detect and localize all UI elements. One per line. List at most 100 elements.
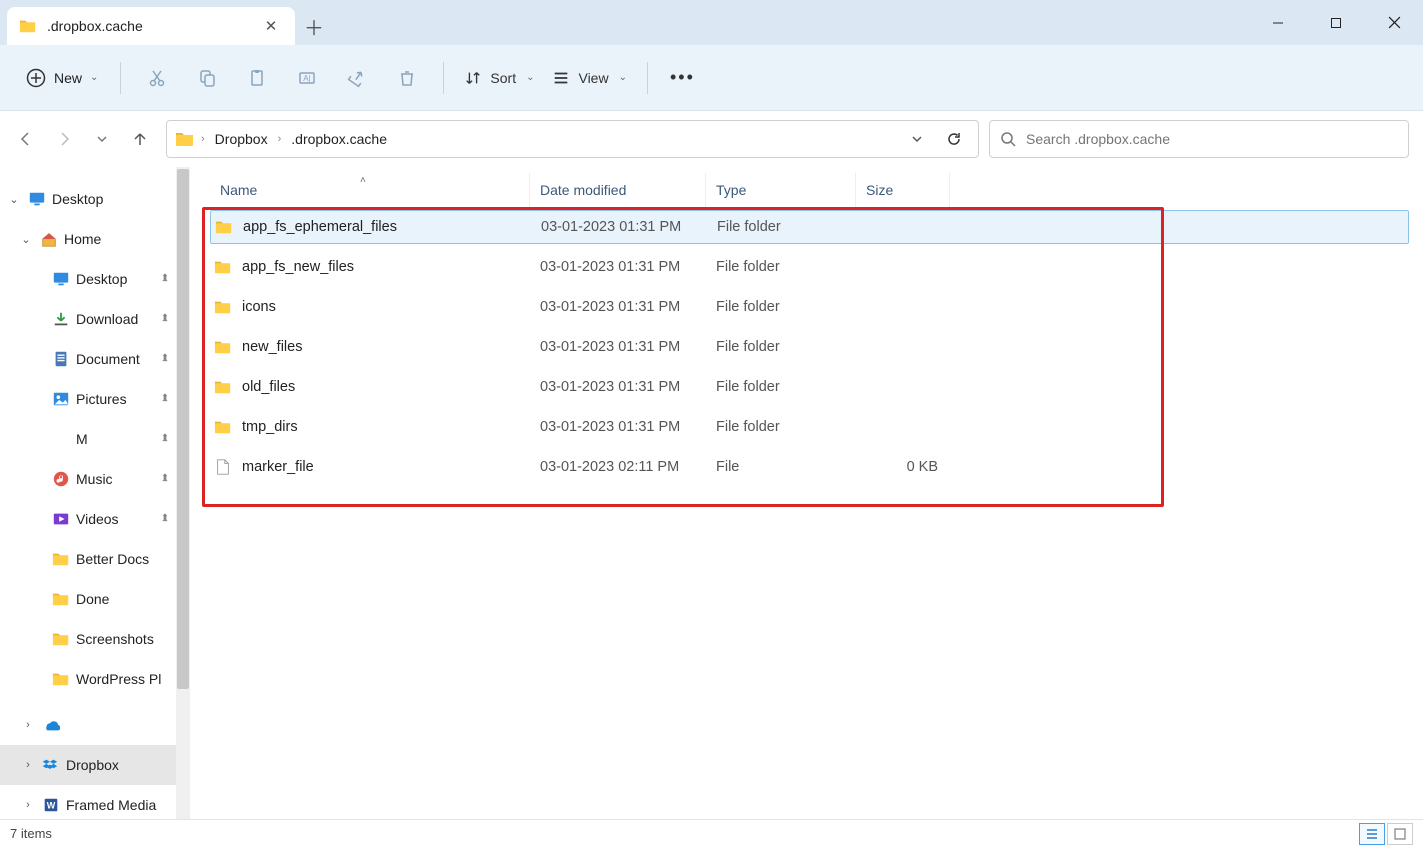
minimize-button[interactable]	[1249, 0, 1307, 45]
up-button[interactable]	[130, 129, 150, 149]
expand-icon[interactable]: ›	[20, 799, 36, 811]
copy-button[interactable]	[183, 58, 231, 98]
sidebar-item[interactable]: WordPress Pl	[0, 659, 190, 699]
sidebar-item-label: Better Docs	[76, 551, 149, 567]
sidebar-item[interactable]: Pictures	[0, 379, 190, 419]
sidebar-item[interactable]: ›	[0, 705, 190, 745]
search-input[interactable]	[1026, 131, 1398, 147]
file-date: 03-01-2023 01:31 PM	[530, 379, 706, 395]
sidebar: ⌄ Desktop ⌄ Home Desktop Download Document…	[0, 167, 190, 819]
forward-button[interactable]	[54, 129, 74, 149]
search-box[interactable]	[989, 120, 1409, 158]
refresh-button[interactable]	[938, 131, 970, 147]
new-tab-button[interactable]: ＋	[295, 7, 333, 45]
sidebar-item-label: Desktop	[76, 271, 127, 287]
sidebar-item-label: Document	[76, 351, 140, 367]
cut-button[interactable]	[133, 58, 181, 98]
sidebar-item[interactable]: Screenshots	[0, 619, 190, 659]
breadcrumb-item[interactable]: Dropbox	[211, 129, 272, 149]
monitor-icon	[52, 270, 70, 288]
svg-text:A|: A|	[304, 74, 311, 83]
chevron-down-icon: ⌄	[90, 72, 98, 83]
folder-icon	[215, 218, 233, 236]
sidebar-scrollbar[interactable]	[176, 167, 190, 819]
sidebar-item-home[interactable]: ⌄ Home	[0, 219, 190, 259]
close-tab-button[interactable]: ✕	[257, 12, 285, 40]
sidebar-item-desktop[interactable]: ⌄ Desktop	[0, 179, 190, 219]
paste-button[interactable]	[233, 58, 281, 98]
sort-button[interactable]: Sort ⌄	[456, 69, 542, 87]
file-name: marker_file	[242, 459, 314, 475]
pin-icon	[158, 272, 172, 286]
column-name[interactable]: Name˄	[210, 173, 530, 207]
chevron-down-icon: ⌄	[526, 72, 534, 83]
breadcrumb-item[interactable]: .dropbox.cache	[287, 129, 391, 149]
onedrive-icon	[42, 716, 60, 734]
sort-icon	[464, 69, 482, 87]
sidebar-item-label: Download	[76, 311, 138, 327]
sidebar-item-label: Videos	[76, 511, 119, 527]
details-view-button[interactable]	[1359, 823, 1385, 845]
nav-buttons	[14, 129, 156, 149]
back-button[interactable]	[16, 129, 36, 149]
rename-icon: A|	[297, 68, 317, 88]
file-name: new_files	[242, 339, 302, 355]
scrollbar-thumb[interactable]	[177, 169, 189, 689]
close-window-button[interactable]	[1365, 0, 1423, 45]
history-dropdown-button[interactable]	[902, 132, 932, 146]
folder-icon	[52, 550, 70, 568]
sidebar-item-label: WordPress Pl	[76, 671, 161, 687]
view-button[interactable]: View ⌄	[544, 69, 634, 87]
collapse-icon[interactable]: ⌄	[6, 193, 22, 206]
file-row[interactable]: app_fs_ephemeral_files03-01-2023 01:31 P…	[210, 210, 1409, 244]
file-name: app_fs_new_files	[242, 259, 354, 275]
delete-button[interactable]	[383, 58, 431, 98]
column-date[interactable]: Date modified	[530, 173, 706, 207]
sidebar-item[interactable]: Desktop	[0, 259, 190, 299]
expand-icon[interactable]: ›	[20, 759, 36, 771]
share-button[interactable]	[333, 58, 381, 98]
file-row[interactable]: icons03-01-2023 01:31 PMFile folder	[210, 287, 1409, 327]
sidebar-item[interactable]: Download	[0, 299, 190, 339]
doc-icon	[52, 350, 70, 368]
more-button[interactable]: •••	[660, 67, 705, 88]
copy-icon	[197, 68, 217, 88]
sidebar-item[interactable]: Videos	[0, 499, 190, 539]
file-row[interactable]: tmp_dirs03-01-2023 01:31 PMFile folder	[210, 407, 1409, 447]
sidebar-item[interactable]: Done	[0, 579, 190, 619]
monitor-icon	[28, 190, 46, 208]
file-type: File folder	[707, 219, 857, 235]
sidebar-item[interactable]: Music	[0, 459, 190, 499]
share-icon	[347, 68, 367, 88]
videos-icon	[52, 510, 70, 528]
collapse-icon[interactable]: ⌄	[18, 233, 34, 246]
column-type[interactable]: Type	[706, 173, 856, 207]
rename-button[interactable]: A|	[283, 58, 331, 98]
file-row[interactable]: app_fs_new_files03-01-2023 01:31 PMFile …	[210, 247, 1409, 287]
file-row[interactable]: marker_file03-01-2023 02:11 PMFile0 KB	[210, 447, 1409, 487]
file-row[interactable]: old_files03-01-2023 01:31 PMFile folder	[210, 367, 1409, 407]
sidebar-item[interactable]: ›Framed Media	[0, 785, 190, 819]
window-tab[interactable]: .dropbox.cache ✕	[7, 7, 295, 45]
maximize-button[interactable]	[1307, 0, 1365, 45]
new-button[interactable]: New ⌄	[16, 62, 108, 94]
sidebar-item[interactable]: ›Dropbox	[0, 745, 190, 785]
thumbnails-view-button[interactable]	[1387, 823, 1413, 845]
file-row[interactable]: new_files03-01-2023 01:31 PMFile folder	[210, 327, 1409, 367]
file-date: 03-01-2023 01:31 PM	[530, 419, 706, 435]
sidebar-item[interactable]: Document	[0, 339, 190, 379]
word-icon	[42, 796, 60, 814]
window-controls	[1249, 0, 1423, 45]
file-date: 03-01-2023 01:31 PM	[530, 339, 706, 355]
file-date: 03-01-2023 02:11 PM	[530, 459, 706, 475]
recent-button[interactable]	[92, 129, 112, 149]
sidebar-item[interactable]: Better Docs	[0, 539, 190, 579]
download-icon	[52, 310, 70, 328]
sidebar-item-label: Desktop	[52, 191, 103, 207]
column-size[interactable]: Size	[856, 173, 950, 207]
expand-icon[interactable]: ›	[20, 719, 36, 731]
sidebar-item-label: Done	[76, 591, 109, 607]
sidebar-item[interactable]: M	[0, 419, 190, 459]
folder-icon	[52, 630, 70, 648]
address-bar[interactable]: › Dropbox › .dropbox.cache	[166, 120, 979, 158]
